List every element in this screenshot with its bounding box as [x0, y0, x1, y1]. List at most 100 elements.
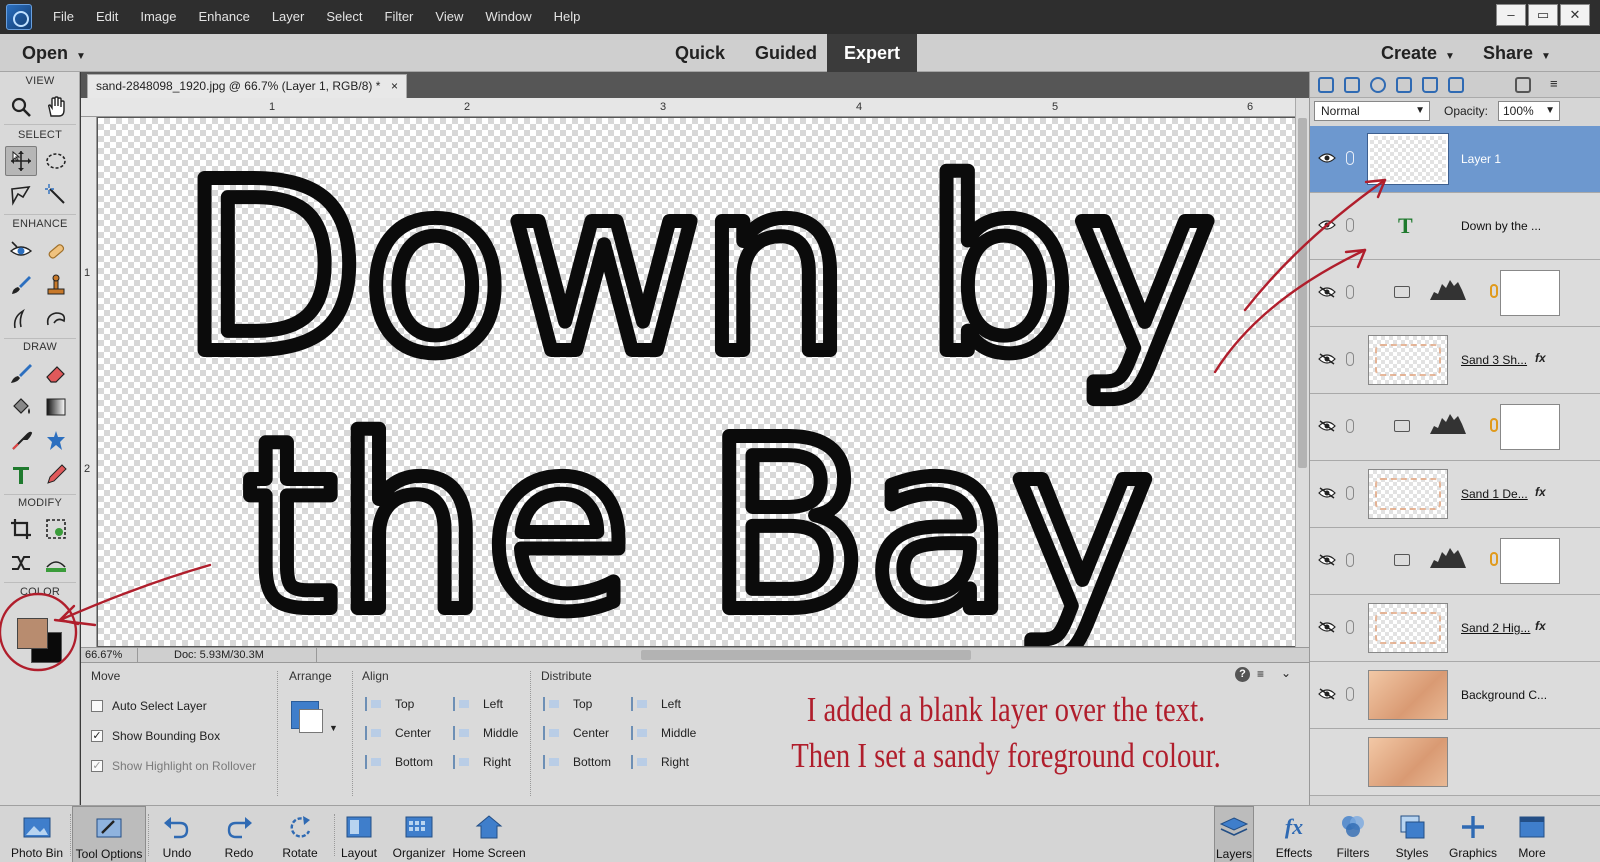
eye-icon[interactable] [1318, 219, 1336, 231]
effects-button[interactable]: fx Effects [1270, 806, 1318, 862]
show-highlight-checkbox[interactable]: ✓ Show Highlight on Rollover [91, 759, 256, 773]
layer-row-adjustment[interactable] [1310, 394, 1600, 461]
horizontal-scroll-thumb[interactable] [641, 650, 971, 660]
mask-link-icon[interactable] [1490, 418, 1498, 432]
more-button[interactable]: More [1510, 806, 1554, 862]
redo-button[interactable]: Redo [212, 806, 266, 862]
collapse-chevron-icon[interactable]: ⌄ [1281, 666, 1291, 680]
distribute-middle-button[interactable]: Middle [631, 726, 696, 740]
link-icon[interactable] [1346, 285, 1354, 299]
doc-size-info[interactable]: Doc: 5.93M/30.3M [137, 648, 317, 663]
share-button[interactable]: Share ▼ [1483, 34, 1551, 72]
eye-hidden-icon[interactable] [1318, 420, 1336, 432]
mask-link-icon[interactable] [1490, 284, 1498, 298]
menu-filter[interactable]: Filter [374, 0, 425, 34]
lasso-tool-icon[interactable] [5, 180, 37, 210]
link-icon[interactable] [1346, 620, 1354, 634]
checkbox-checked-icon[interactable]: ✓ [91, 760, 103, 772]
zoom-level[interactable]: 66.67% [85, 648, 122, 662]
red-eye-tool-icon[interactable] [5, 236, 37, 266]
layer-row-background[interactable]: Background C... [1310, 662, 1600, 729]
fx-icon[interactable]: fx [1535, 351, 1546, 365]
scroll-thumb[interactable] [1298, 118, 1307, 468]
styles-button[interactable]: Styles [1390, 806, 1434, 862]
eye-hidden-icon[interactable] [1318, 487, 1336, 499]
align-bottom-button[interactable]: Bottom [365, 755, 433, 769]
tab-guided[interactable]: Guided [755, 34, 817, 72]
eye-hidden-icon[interactable] [1318, 554, 1336, 566]
eye-hidden-icon[interactable] [1318, 353, 1336, 365]
arrange-button[interactable]: ▼ [291, 701, 338, 741]
type-tool-icon[interactable] [5, 460, 37, 490]
menu-select[interactable]: Select [315, 0, 373, 34]
eye-icon[interactable] [1318, 152, 1336, 164]
lock-icon[interactable] [1422, 77, 1438, 93]
hand-tool-icon[interactable] [40, 92, 72, 122]
align-right-button[interactable]: Right [453, 755, 511, 769]
layer-row-layer-1[interactable]: Layer 1 [1310, 126, 1600, 193]
layer-mask-icon[interactable] [1396, 77, 1412, 93]
link-icon[interactable] [1346, 218, 1354, 232]
brush-tool-icon[interactable] [5, 358, 37, 388]
layer-row-sand-1[interactable]: Sand 1 De... fx [1310, 461, 1600, 528]
move-tool-icon[interactable] [5, 146, 37, 176]
eraser-tool-icon[interactable] [40, 358, 72, 388]
rotate-button[interactable]: Rotate [270, 806, 330, 862]
open-button[interactable]: Open ▼ [22, 34, 86, 72]
layer-row-sand-2[interactable]: Sand 2 Hig... fx [1310, 595, 1600, 662]
adjustment-layer-icon[interactable] [1370, 77, 1386, 93]
layer-row-adjustment[interactable] [1310, 528, 1600, 595]
photo-bin-button[interactable]: Photo Bin [4, 806, 70, 862]
create-button[interactable]: Create ▼ [1381, 34, 1455, 72]
link-icon[interactable] [1346, 486, 1354, 500]
new-layer-icon[interactable] [1318, 77, 1334, 93]
link-icon[interactable] [1346, 151, 1354, 165]
layer-row-adjustment[interactable] [1310, 260, 1600, 327]
show-bounding-box-checkbox[interactable]: ✓ Show Bounding Box [91, 729, 220, 743]
fx-icon[interactable]: fx [1535, 485, 1546, 499]
layers-button[interactable]: Layers [1214, 806, 1254, 862]
foreground-color-swatch[interactable] [17, 618, 48, 649]
image-canvas[interactable]: Down by the Bay [98, 118, 1295, 646]
zoom-tool-icon[interactable] [5, 92, 37, 122]
menu-image[interactable]: Image [129, 0, 187, 34]
undo-button[interactable]: Undo [150, 806, 204, 862]
link-icon[interactable] [1346, 687, 1354, 701]
auto-select-layer-checkbox[interactable]: Auto Select Layer [91, 699, 207, 713]
menu-enhance[interactable]: Enhance [188, 0, 261, 34]
distribute-top-button[interactable]: Top [543, 697, 592, 711]
menu-file[interactable]: File [42, 0, 85, 34]
mask-link-icon[interactable] [1490, 552, 1498, 566]
tab-expert[interactable]: Expert [827, 34, 917, 72]
tool-options-button[interactable]: Tool Options [72, 806, 146, 862]
crop-tool-icon[interactable] [5, 514, 37, 544]
spot-healing-icon[interactable] [40, 236, 72, 266]
menu-edit[interactable]: Edit [85, 0, 129, 34]
help-icon[interactable]: ? [1235, 667, 1250, 682]
filters-button[interactable]: Filters [1328, 806, 1378, 862]
fx-icon[interactable]: fx [1535, 619, 1546, 633]
lock-all-icon[interactable] [1448, 77, 1464, 93]
menu-layer[interactable]: Layer [261, 0, 316, 34]
panel-menu-icon[interactable]: ≡ [1550, 76, 1558, 91]
eye-hidden-icon[interactable] [1318, 286, 1336, 298]
content-aware-move-icon[interactable] [5, 548, 37, 578]
straighten-tool-icon[interactable] [40, 548, 72, 578]
layer-row-text[interactable]: T Down by the ... [1310, 193, 1600, 260]
elliptical-marquee-icon[interactable] [40, 146, 72, 176]
eye-hidden-icon[interactable] [1318, 688, 1336, 700]
close-tab-icon[interactable]: × [391, 75, 398, 97]
clone-stamp-icon[interactable] [40, 270, 72, 300]
trash-icon[interactable] [1515, 77, 1531, 93]
distribute-bottom-button[interactable]: Bottom [543, 755, 611, 769]
magic-wand-icon[interactable] [40, 180, 72, 210]
align-top-button[interactable]: Top [365, 697, 414, 711]
distribute-center-button[interactable]: Center [543, 726, 609, 740]
eyedropper-icon[interactable] [5, 426, 37, 456]
eye-hidden-icon[interactable] [1318, 621, 1336, 633]
align-middle-button[interactable]: Middle [453, 726, 518, 740]
blend-mode-select[interactable]: Normal ▼ [1314, 101, 1430, 121]
align-left-button[interactable]: Left [453, 697, 503, 711]
vertical-scrollbar[interactable] [1295, 98, 1309, 647]
checkbox-checked-icon[interactable]: ✓ [91, 730, 103, 742]
